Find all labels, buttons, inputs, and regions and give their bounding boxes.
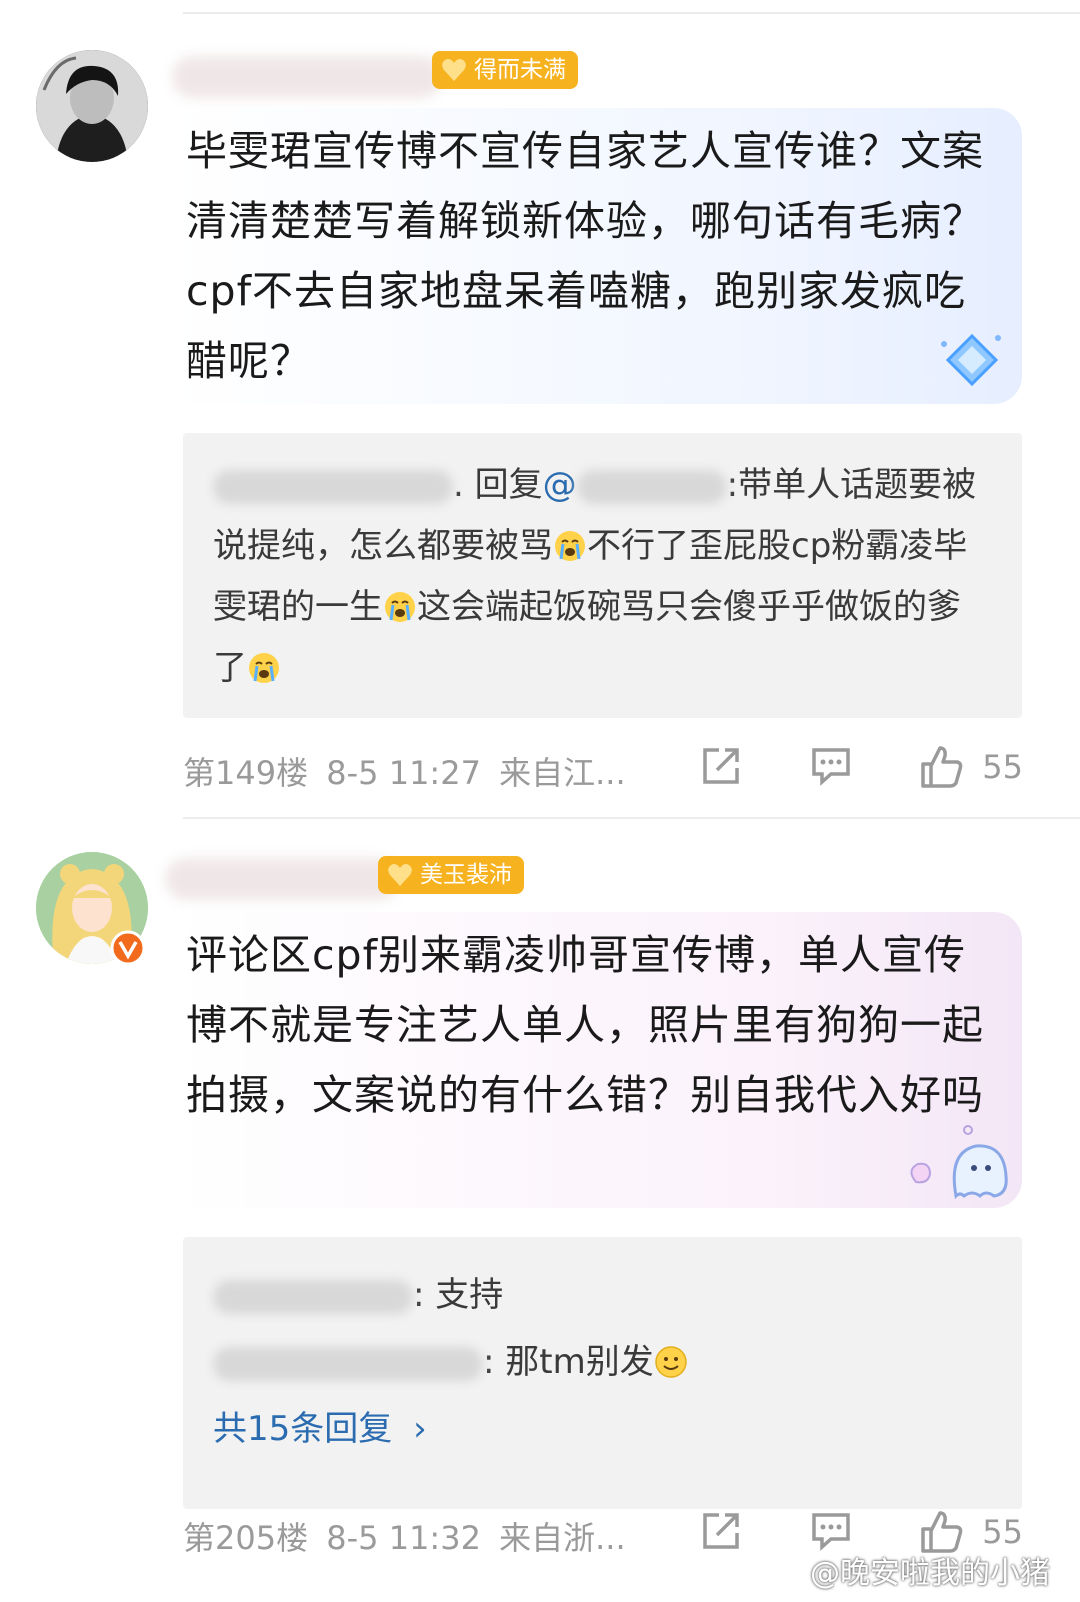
comment-meta: 第205楼 8-5 11:32 来自浙... <box>183 1513 626 1559</box>
reply-username-blurred[interactable] <box>213 469 453 504</box>
comment-meta: 第149楼 8-5 11:27 来自江... <box>183 748 626 794</box>
reply-box[interactable]: . 回复@:带单人话题要被说提纯，怎么都要被骂 不行了歪屁股cp粉霸凌毕雯珺的一生… <box>183 433 1022 718</box>
top-divider <box>183 12 1080 14</box>
badge-label: 美玉裴沛 <box>420 862 512 888</box>
smile-emoji-icon <box>654 1346 687 1378</box>
reply-item[interactable]: . 回复@:带单人话题要被说提纯，怎么都要被骂 不行了歪屁股cp粉霸凌毕雯珺的一生… <box>213 455 992 699</box>
cry-emoji-icon <box>385 592 415 622</box>
reply-target-blurred[interactable] <box>576 469 727 504</box>
cry-emoji-icon <box>249 653 279 683</box>
chevron-right-icon: › <box>413 1409 427 1449</box>
comment-icon[interactable] <box>809 744 853 788</box>
badge-label: 得而未满 <box>474 57 566 83</box>
badge-heart-icon <box>442 59 466 81</box>
like-count: 55 <box>982 1513 1023 1551</box>
view-all-replies-label: 共15条回复 <box>213 1409 393 1449</box>
view-all-replies-link[interactable]: 共15条回复 › <box>213 1399 992 1459</box>
comment-text: 毕雯珺宣传博不宣传自家艺人宣传谁？文案清清楚楚写着解锁新体验，哪句话有毛病？cp… <box>186 127 984 385</box>
diamond-sticker-icon <box>941 333 1001 387</box>
share-icon[interactable] <box>699 1509 743 1553</box>
fan-badge[interactable]: 得而未满 <box>432 51 578 89</box>
like-count: 55 <box>982 748 1023 786</box>
reply-word: 回复 <box>474 465 543 505</box>
badge-heart-icon <box>388 864 412 886</box>
verified-icon <box>110 930 146 966</box>
reply-username-blurred[interactable] <box>213 1346 483 1381</box>
reply-at[interactable]: @ <box>543 465 577 505</box>
watermark: @晚安啦我的小猪 <box>810 1556 1050 1591</box>
reply-item[interactable]: : 那tm别发 <box>213 1332 992 1393</box>
comment-footer: 第149楼 8-5 11:27 来自江... 55 <box>183 740 1023 800</box>
comment-source: 来自浙... <box>499 1519 626 1557</box>
ghost-sticker-icon <box>910 1125 1008 1200</box>
reply-text: 那tm别发 <box>505 1342 654 1382</box>
avatar-image <box>36 50 148 162</box>
comment-time: 8-5 11:32 <box>326 1519 481 1557</box>
comment-source: 来自江... <box>499 754 626 792</box>
reply-box[interactable]: : 支持 : 那tm别发 共15条回复 › <box>183 1237 1022 1509</box>
comment-text: 评论区cpf别来霸凌帅哥宣传博，单人宣传博不就是专注艺人单人，照片里有狗狗一起拍… <box>186 931 984 1119</box>
username-blurred[interactable] <box>165 858 400 900</box>
avatar[interactable] <box>36 50 148 162</box>
comment-icon[interactable] <box>809 1509 853 1553</box>
fan-badge[interactable]: 美玉裴沛 <box>378 856 524 894</box>
share-icon[interactable] <box>699 744 743 788</box>
cry-emoji-icon <box>555 531 585 561</box>
comment-bubble[interactable]: 评论区cpf别来霸凌帅哥宣传博，单人宣传博不就是专注艺人单人，照片里有狗狗一起拍… <box>170 912 1022 1208</box>
reply-text: 支持 <box>435 1275 504 1315</box>
reply-username-blurred[interactable] <box>213 1279 413 1314</box>
comment-bubble[interactable]: 毕雯珺宣传博不宣传自家艺人宣传谁？文案清清楚楚写着解锁新体验，哪句话有毛病？cp… <box>170 108 1022 404</box>
like-icon[interactable] <box>919 744 965 790</box>
floor-number: 第149楼 <box>183 754 309 792</box>
comment-divider <box>183 817 1080 819</box>
comment-time: 8-5 11:27 <box>326 754 481 792</box>
username-blurred[interactable] <box>172 56 442 98</box>
floor-number: 第205楼 <box>183 1519 309 1557</box>
reply-item[interactable]: : 支持 <box>213 1265 992 1326</box>
